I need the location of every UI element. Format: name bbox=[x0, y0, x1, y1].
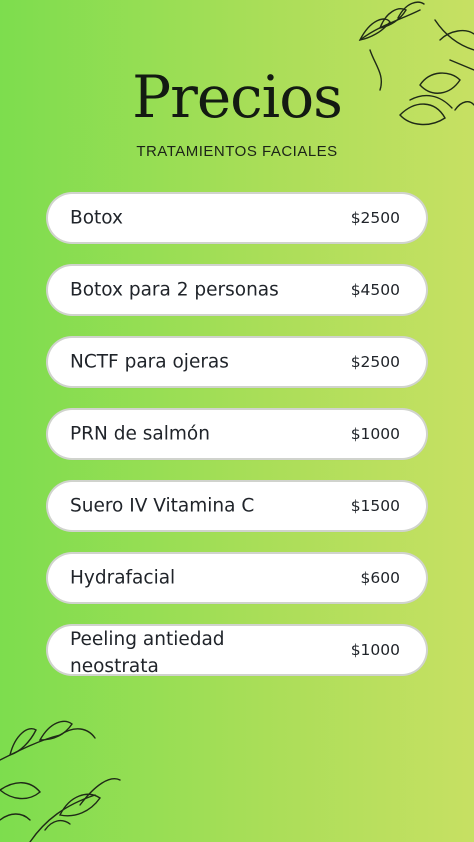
treatment-name: PRN de salmón bbox=[70, 423, 210, 445]
treatment-price: $1000 bbox=[350, 425, 400, 443]
price-row-suero: Suero IV Vitamina C $1500 bbox=[48, 482, 426, 530]
price-row-botox: Botox $2500 bbox=[48, 194, 426, 242]
treatment-name: NCTF para ojeras bbox=[70, 351, 229, 373]
treatment-price: $2500 bbox=[350, 209, 400, 227]
price-row-botox-2-personas: Botox para 2 personas $4500 bbox=[48, 266, 426, 314]
treatment-price: $600 bbox=[360, 569, 400, 587]
treatment-name: Botox bbox=[70, 207, 123, 229]
price-row-prn: PRN de salmón $1000 bbox=[48, 410, 426, 458]
treatment-name: Suero IV Vitamina C bbox=[70, 495, 255, 517]
treatment-price: $1000 bbox=[350, 641, 400, 659]
treatment-name: Peeling antiedad neostrata bbox=[70, 629, 225, 674]
treatment-price: $2500 bbox=[350, 353, 400, 371]
price-list: Botox $2500 Botox para 2 personas $4500 … bbox=[48, 194, 426, 698]
price-row-hydrafacial: Hydrafacial $600 bbox=[48, 554, 426, 602]
page-title: Precios bbox=[132, 63, 343, 131]
treatment-price: $1500 bbox=[350, 497, 400, 515]
page-subtitle: TRATAMIENTOS FACIALES bbox=[136, 143, 338, 160]
treatment-price: $4500 bbox=[350, 281, 400, 299]
leaf-branch-bottom-left-icon bbox=[0, 720, 121, 842]
treatment-name: Botox para 2 personas bbox=[70, 279, 279, 301]
price-row-nctf: NCTF para ojeras $2500 bbox=[48, 338, 426, 386]
treatment-name: Hydrafacial bbox=[70, 567, 176, 589]
price-row-peeling: Peeling antiedad neostrata $1000 bbox=[48, 626, 426, 674]
